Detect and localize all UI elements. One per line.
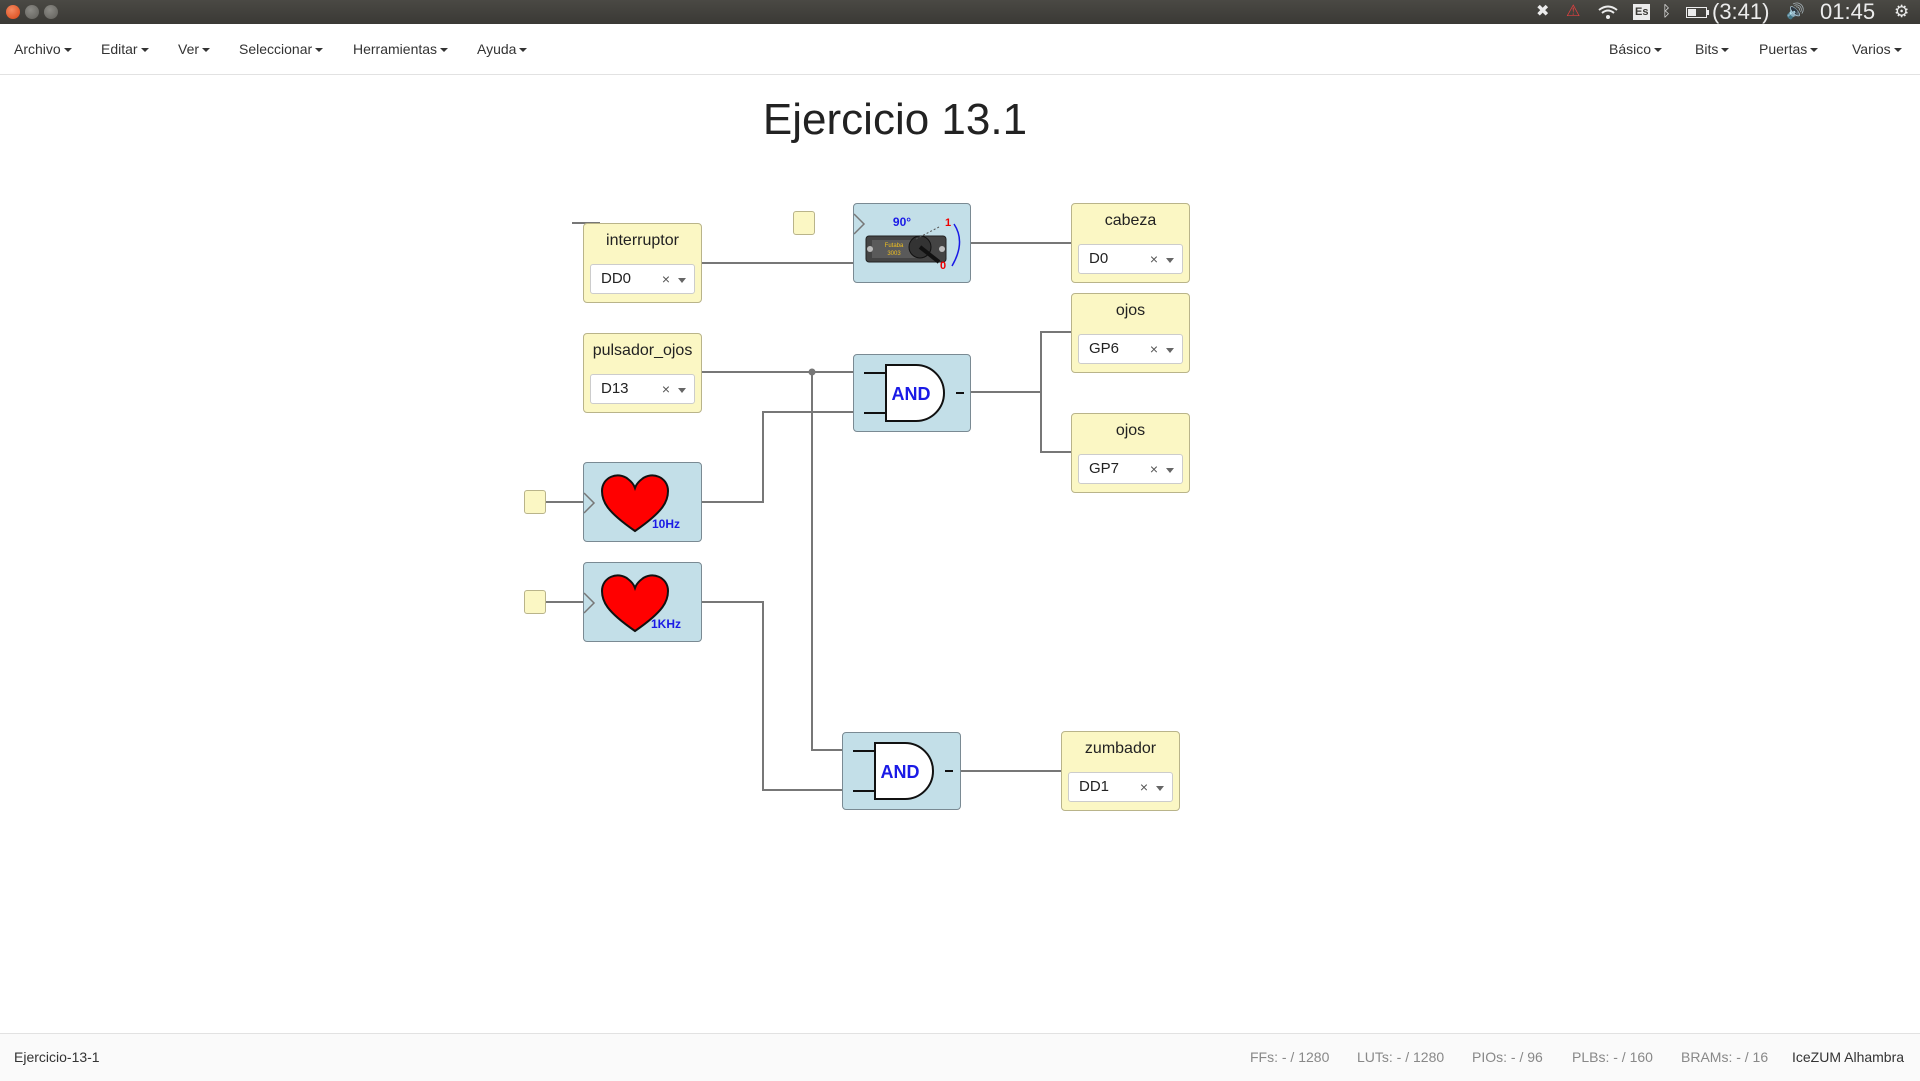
output-zumbador-block[interactable]: zumbador DD1 × [1061,731,1180,811]
and-gate-1-label: AND [892,384,931,404]
and-gate-icon: AND [864,364,964,422]
pin-value: GP6 [1089,340,1120,357]
servo-zero: 0 [940,260,946,272]
input-pulsador-ojos-block[interactable]: pulsador_ojos D13 × [583,333,702,413]
heart-10hz-freq: 10Hz [652,517,680,531]
heart-icon: 10Hz [583,474,680,533]
pin-value: DD0 [601,270,632,287]
dropdown-arrow-icon[interactable] [1166,468,1174,473]
status-bar: Ejercicio-13-1 FFs: - / 1280 LUTs: - / 1… [0,1033,1920,1081]
servo-block[interactable]: Futaba 3003 90° 1 0 [853,203,971,283]
servo-icon: Futaba 3003 90° 1 0 [853,213,961,272]
servo-one: 1 [945,217,951,229]
servo-angle: 90° [893,215,911,229]
status-plbs: PLBs: - / 160 [1572,1049,1653,1065]
output-ojos-gp7-label: ojos [1115,422,1146,439]
wires-layer [545,222,1071,791]
heart-icon: 1KHz [583,574,681,633]
output-ojos-gp6-block[interactable]: ojos GP6 × [1071,293,1190,373]
heart-10hz-block[interactable]: 10Hz [583,462,702,542]
output-cabeza-label: cabeza [1104,212,1157,229]
clear-icon[interactable]: × [1140,773,1148,801]
clear-icon[interactable]: × [662,265,670,293]
output-ojos-gp6-label: ojos [1115,302,1146,319]
servo-brand: Futaba [885,243,904,249]
and-gate-icon: AND [853,742,953,800]
wire-heart2-and2 [702,601,842,791]
status-filename: Ejercicio-13-1 [14,1049,100,1065]
clear-icon[interactable]: × [1150,455,1158,483]
status-board[interactable]: IceZUM Alhambra [1792,1034,1904,1081]
pin-value: DD1 [1079,778,1110,795]
output-zumbador-label: zumbador [1084,740,1157,757]
heart-1khz-freq: 1KHz [651,617,681,631]
clear-icon[interactable]: × [1150,335,1158,363]
status-luts: LUTs: - / 1280 [1357,1049,1445,1065]
and-gate-1-block[interactable]: AND [853,354,971,432]
wire-and1-ojos2 [1040,392,1071,453]
input-interruptor-block[interactable]: interruptor DD0 × [583,223,702,303]
servo-param-pin[interactable] [793,211,815,235]
status-brams: BRAMs: - / 16 [1681,1049,1769,1065]
clear-icon[interactable]: × [1150,245,1158,273]
input-interruptor-label: interruptor [606,232,679,249]
pin-value: D0 [1089,250,1109,267]
heart-1khz-block[interactable]: 1KHz [583,562,702,642]
wire-and1-ojos1 [971,331,1071,393]
dropdown-arrow-icon[interactable] [1156,786,1164,791]
output-cabeza-block[interactable]: cabeza D0 × [1071,203,1190,283]
input-pulsador-ojos-label: pulsador_ojos [592,342,693,359]
input-pulsador-ojos-pin-select[interactable]: D13 × [590,374,695,404]
wire-heart1-and1 [702,411,853,503]
status-ffs: FFs: - / 1280 [1250,1049,1330,1065]
dropdown-arrow-icon[interactable] [1166,348,1174,353]
status-pios: PIOs: - / 96 [1472,1049,1543,1065]
output-zumbador-pin-select[interactable]: DD1 × [1068,772,1173,802]
heart1-param-pin[interactable] [524,490,546,514]
clear-icon[interactable]: × [662,375,670,403]
output-ojos-gp6-pin-select[interactable]: GP6 × [1078,334,1183,364]
output-ojos-gp7-pin-select[interactable]: GP7 × [1078,454,1183,484]
dropdown-arrow-icon[interactable] [678,278,686,283]
heart2-param-pin[interactable] [524,590,546,614]
dropdown-arrow-icon[interactable] [678,388,686,393]
output-ojos-gp7-block[interactable]: ojos GP7 × [1071,413,1190,493]
output-cabeza-pin-select[interactable]: D0 × [1078,244,1183,274]
pin-value: GP7 [1089,460,1120,477]
and-gate-2-block[interactable]: AND [842,732,961,810]
pin-value: D13 [601,380,629,397]
wire-pulsador-and2 [811,372,842,751]
input-interruptor-pin-select[interactable]: DD0 × [590,264,695,294]
wire-junction-dot [808,368,816,376]
servo-model: 3003 [887,251,901,257]
dropdown-arrow-icon[interactable] [1166,258,1174,263]
and-gate-2-label: AND [881,762,920,782]
